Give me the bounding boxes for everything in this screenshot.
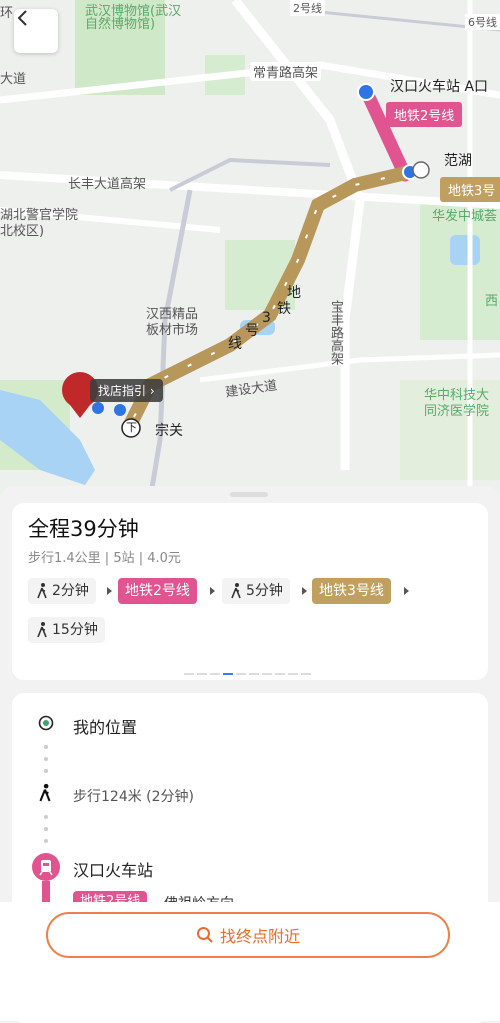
route-summary-card[interactable]: 全程39分钟 步行1.4公里 | 5站 | 4.0元 2分钟 地铁2号线 5分钟… xyxy=(12,503,488,680)
route-char: 铁 xyxy=(277,301,291,317)
my-location-icon xyxy=(38,715,54,731)
segment-label: 2分钟 xyxy=(52,583,89,599)
segment-label: 15分钟 xyxy=(52,622,98,638)
map-label-road6: 6号线 xyxy=(465,14,500,30)
find-near-destination-button[interactable]: 找终点附近 xyxy=(46,912,450,958)
exit-badge: 下 xyxy=(126,421,137,434)
walk-icon xyxy=(37,583,47,599)
step-my-location: 我的位置 xyxy=(73,718,138,737)
map-label-west: 西 xyxy=(485,294,499,309)
step-station: 汉口火车站 xyxy=(73,861,154,880)
line3-map-pill: 地铁3号 xyxy=(440,177,500,202)
map-label-police-school-2: 北校区) xyxy=(0,224,45,239)
segment-walk: 5分钟 xyxy=(222,578,290,604)
store-guide-label: 找店指引 xyxy=(98,384,147,398)
store-guide-tag[interactable]: 找店指引 › xyxy=(90,379,163,402)
segment-line2: 地铁2号线 xyxy=(118,578,197,604)
line2-map-pill: 地铁2号线 xyxy=(386,102,463,127)
zongguan-station-label: 宗关 xyxy=(155,423,183,439)
map-label-huafa: 华发中城荟 xyxy=(432,209,498,224)
map-label-baofeng: 宝丰路高架 xyxy=(328,300,343,365)
sheet-drag-handle[interactable] xyxy=(230,492,268,497)
chevron-left-icon xyxy=(17,10,27,26)
segment-line3: 地铁3号线 xyxy=(312,578,391,604)
total-time: 全程39分钟 xyxy=(28,517,139,541)
route-map[interactable]: 武汉博物馆(武汉 自然博物馆) 环 大道 常青路高架 长丰大道高架 湖北警官学院… xyxy=(0,0,500,500)
segment-arrow xyxy=(404,587,409,595)
segment-arrow xyxy=(107,587,112,595)
map-label-changqing: 常青路高架 xyxy=(250,62,322,81)
map-label-changfeng: 长丰大道高架 xyxy=(68,177,147,192)
walk-icon xyxy=(37,622,47,638)
route-char: 线 xyxy=(228,336,242,352)
map-label-tongji-2: 同济医学院 xyxy=(424,404,490,419)
route-char: 号 xyxy=(245,323,259,339)
walk-icon xyxy=(231,583,241,599)
route-meta: 步行1.4公里 | 5站 | 4.0元 xyxy=(28,551,181,566)
map-label-dadao: 大道 xyxy=(0,72,27,87)
walk-icon xyxy=(39,783,51,802)
segment-arrow xyxy=(210,587,215,595)
find-near-destination-label: 找终点附近 xyxy=(219,927,300,946)
segment-walk: 15分钟 xyxy=(28,617,105,643)
step-walk: 步行124米 (2分钟) xyxy=(73,789,195,805)
segment-arrow xyxy=(302,587,307,595)
map-label-hanxi-2: 板材市场 xyxy=(146,323,199,338)
start-station-label: 汉口火车站 A口 xyxy=(390,79,489,95)
map-label-huan: 环 xyxy=(0,6,14,21)
page-indicator[interactable] xyxy=(184,663,314,682)
segment-label: 5分钟 xyxy=(246,583,283,599)
segment-walk: 2分钟 xyxy=(28,578,96,604)
search-icon xyxy=(196,927,213,943)
map-label-museum-2: 自然博物馆) xyxy=(85,17,156,32)
metro-station-icon xyxy=(32,853,60,881)
route-char: 3 xyxy=(262,310,271,326)
back-button[interactable] xyxy=(14,9,58,53)
map-label-road2: 2号线 xyxy=(290,0,325,16)
fanhu-station-label: 范湖 xyxy=(444,153,472,169)
